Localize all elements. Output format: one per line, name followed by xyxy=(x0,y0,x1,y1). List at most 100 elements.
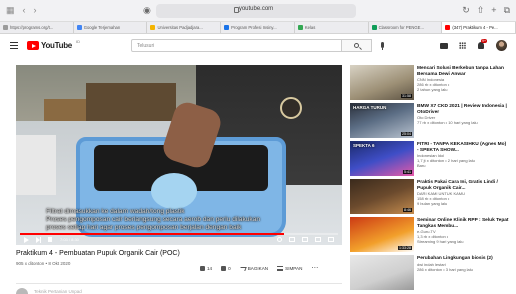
more-horizontal-icon: ⋯ xyxy=(311,265,319,272)
dislike-button[interactable]: 0 xyxy=(221,266,231,271)
back-icon[interactable]: ‹ xyxy=(23,5,26,15)
theater-mode-icon[interactable] xyxy=(302,237,308,242)
video-frame-scoop xyxy=(151,173,197,209)
browser-tab[interactable]: Google Terjemahan xyxy=(74,22,148,33)
recommendation-item[interactable]: 1:33:28 Seminar Online Klinik RPP : Selu… xyxy=(350,217,510,255)
video-player[interactable]: Filtrat dimasukkan ke dalam wadah/tong p… xyxy=(16,65,342,245)
search-placeholder: Telusuri xyxy=(137,43,155,49)
sidebar-toggle-icon[interactable]: ▦ xyxy=(6,5,15,15)
channel-name[interactable]: Teknik Pertanian Unpad xyxy=(34,289,82,294)
video-meta: 905 x ditonton • 8 Okt 2020 xyxy=(16,261,71,266)
recommendation-item[interactable]: 31:58 Mencari Solusi Berkebun tanpa Laha… xyxy=(350,65,510,103)
share-icon xyxy=(238,266,247,271)
channel-avatar[interactable] xyxy=(16,288,28,294)
refresh-icon[interactable]: ↻ xyxy=(462,5,470,15)
save-label: SIMPAN xyxy=(285,266,303,271)
recommendation-thumbnail[interactable]: HARGA TURUN 25:04 xyxy=(350,103,414,138)
recommendation-item[interactable]: HARGA TURUN 25:04 BMW X7 CKD 2021 | Revi… xyxy=(350,103,510,141)
new-tab-icon[interactable]: + xyxy=(491,5,496,15)
browser-tab[interactable]: Classroom for PENGE... xyxy=(369,22,443,33)
recommendation-thumbnail[interactable]: 8:46 xyxy=(350,179,414,214)
recommendation-info: Praktis Pakai Cara Ini, Gratis Lindi / P… xyxy=(417,180,509,206)
bell-icon[interactable] xyxy=(478,42,484,49)
hamburger-menu-icon[interactable] xyxy=(10,42,18,49)
video-actions: 14 0 BAGIKAN SIMPAN ⋯ xyxy=(200,265,319,272)
recommendation-title[interactable]: BMW X7 CKD 2021 | Review Indonesia | Oto… xyxy=(417,104,509,115)
like-button[interactable]: 14 xyxy=(200,266,212,271)
browser-tab[interactable]: Universitas Padjadjara... xyxy=(147,22,222,33)
share-button[interactable]: BAGIKAN xyxy=(238,266,268,271)
video-time: 7:03 / 8:30 xyxy=(60,237,79,242)
youtube-logo-icon[interactable] xyxy=(27,41,39,50)
duration-badge: 31:58 xyxy=(401,93,412,98)
recommendation-item[interactable]: 8:46 Praktis Pakai Cara Ini, Gratis Lind… xyxy=(350,179,510,217)
browser-tab-active[interactable]: (347) Praktikum 4 - Pe... xyxy=(442,22,516,33)
thumbnail-text: HARGA TURUN xyxy=(353,105,387,110)
video-title: Praktikum 4 - Pembuatan Pupuk Organik Ca… xyxy=(16,250,180,257)
miniplayer-icon[interactable] xyxy=(289,237,295,242)
search-input[interactable]: Telusuri xyxy=(131,39,342,52)
browser-tabs: https://programs.org/t... Google Terjema… xyxy=(0,22,516,34)
recommendation-info: BMW X7 CKD 2021 | Review Indonesia | Oto… xyxy=(417,104,509,125)
play-icon[interactable] xyxy=(24,237,29,243)
browser-tab[interactable]: Program Profesi Insiny... xyxy=(221,22,295,33)
privacy-shield-icon[interactable]: ◉ xyxy=(143,5,151,16)
subtitle-line: Proses pengomposan cair berlangsung seca… xyxy=(46,216,261,223)
tab-label: Universitas Padjadjara... xyxy=(157,25,203,30)
browser-tab[interactable]: https://programs.org/t... xyxy=(0,22,74,33)
settings-gear-icon[interactable] xyxy=(277,237,282,242)
recommendation-stats: 286 x ditonton • 3 hari yang lalu xyxy=(417,266,473,272)
tab-label: Google Terjemahan xyxy=(83,25,121,30)
recommendation-title[interactable]: Mencari Solusi Berkebun tanpa Lahan Bers… xyxy=(417,66,509,77)
search-button[interactable] xyxy=(342,39,372,52)
region-code: ID xyxy=(76,39,80,44)
recommendation-title[interactable]: Seminar Online Klinik RPP : Seluk Tepat … xyxy=(417,218,509,229)
recommendation-thumbnail[interactable] xyxy=(350,255,414,290)
duration-badge: 8:46 xyxy=(403,207,412,212)
video-controls: 7:03 / 8:30 xyxy=(16,236,342,245)
recommendation-thumbnail[interactable]: 1:33:28 xyxy=(350,217,414,252)
video-frame-shelf xyxy=(86,83,176,121)
subtitle-line: proses setiap hari agar proses pengompos… xyxy=(46,224,242,231)
volume-icon[interactable] xyxy=(48,237,52,242)
recommendation-item[interactable]: Perubahan Lingkungan biosis (2) dwi inda… xyxy=(350,255,510,293)
recommendation-age: 2 tahun yang lalu xyxy=(417,87,448,93)
next-icon[interactable] xyxy=(36,237,41,243)
recommendation-title[interactable]: Praktis Pakai Cara Ini, Gratis Lindi / P… xyxy=(417,180,509,191)
tab-favicon xyxy=(371,25,377,30)
browser-tab[interactable]: Kelas xyxy=(295,22,369,33)
recommendation-item[interactable]: SPEKTA 6 5:41 FITRI - TANPA KEKASIHKU (A… xyxy=(350,141,510,179)
share-browser-icon[interactable]: ⇧ xyxy=(477,5,485,15)
recommendations-list: 31:58 Mencari Solusi Berkebun tanpa Laha… xyxy=(350,65,510,293)
duration-badge: 25:04 xyxy=(401,131,412,136)
apps-grid-icon[interactable] xyxy=(459,42,466,49)
more-actions-button[interactable]: ⋯ xyxy=(311,265,319,272)
tab-favicon xyxy=(76,25,82,30)
save-button[interactable]: SIMPAN xyxy=(277,266,302,271)
recommendation-stats: 77 rb x ditonton • 10 hari yang lalu xyxy=(417,120,478,126)
video-controls-right xyxy=(277,237,334,242)
tab-favicon xyxy=(224,25,230,30)
browser-right-icons: ↻ ⇧ + ⧉ xyxy=(462,5,510,15)
tab-label: Kelas xyxy=(304,25,316,30)
recommendation-thumbnail[interactable]: SPEKTA 6 5:41 xyxy=(350,141,414,176)
fullscreen-icon[interactable] xyxy=(328,237,334,242)
recommendation-thumbnail[interactable]: 31:58 xyxy=(350,65,414,100)
microphone-icon[interactable] xyxy=(381,42,384,50)
youtube-wordmark[interactable]: YouTube xyxy=(41,41,72,50)
new-badge: Baru xyxy=(417,163,426,169)
video-frame-sack xyxy=(16,135,56,195)
recommendation-title[interactable]: FITRI - TANPA KEKASIHKU (Agnes Mo) - SPE… xyxy=(417,142,509,153)
thumb-up-icon xyxy=(200,266,205,271)
tab-favicon xyxy=(3,25,8,30)
create-video-icon[interactable] xyxy=(440,43,448,49)
avatar[interactable] xyxy=(496,40,507,51)
cast-icon[interactable] xyxy=(315,237,321,242)
video-progress-bar[interactable] xyxy=(20,233,338,235)
recommendation-info: Perubahan Lingkungan biosis (2) dwi inda… xyxy=(417,256,509,272)
forward-icon[interactable]: › xyxy=(34,5,37,15)
subtitle-line: Filtrat dimasukkan ke dalam wadah/tong p… xyxy=(46,208,185,215)
address-bar[interactable]: youtube.com xyxy=(156,4,356,18)
tabs-overview-icon[interactable]: ⧉ xyxy=(504,5,510,15)
tab-label: (347) Praktikum 4 - Pe... xyxy=(452,25,498,30)
